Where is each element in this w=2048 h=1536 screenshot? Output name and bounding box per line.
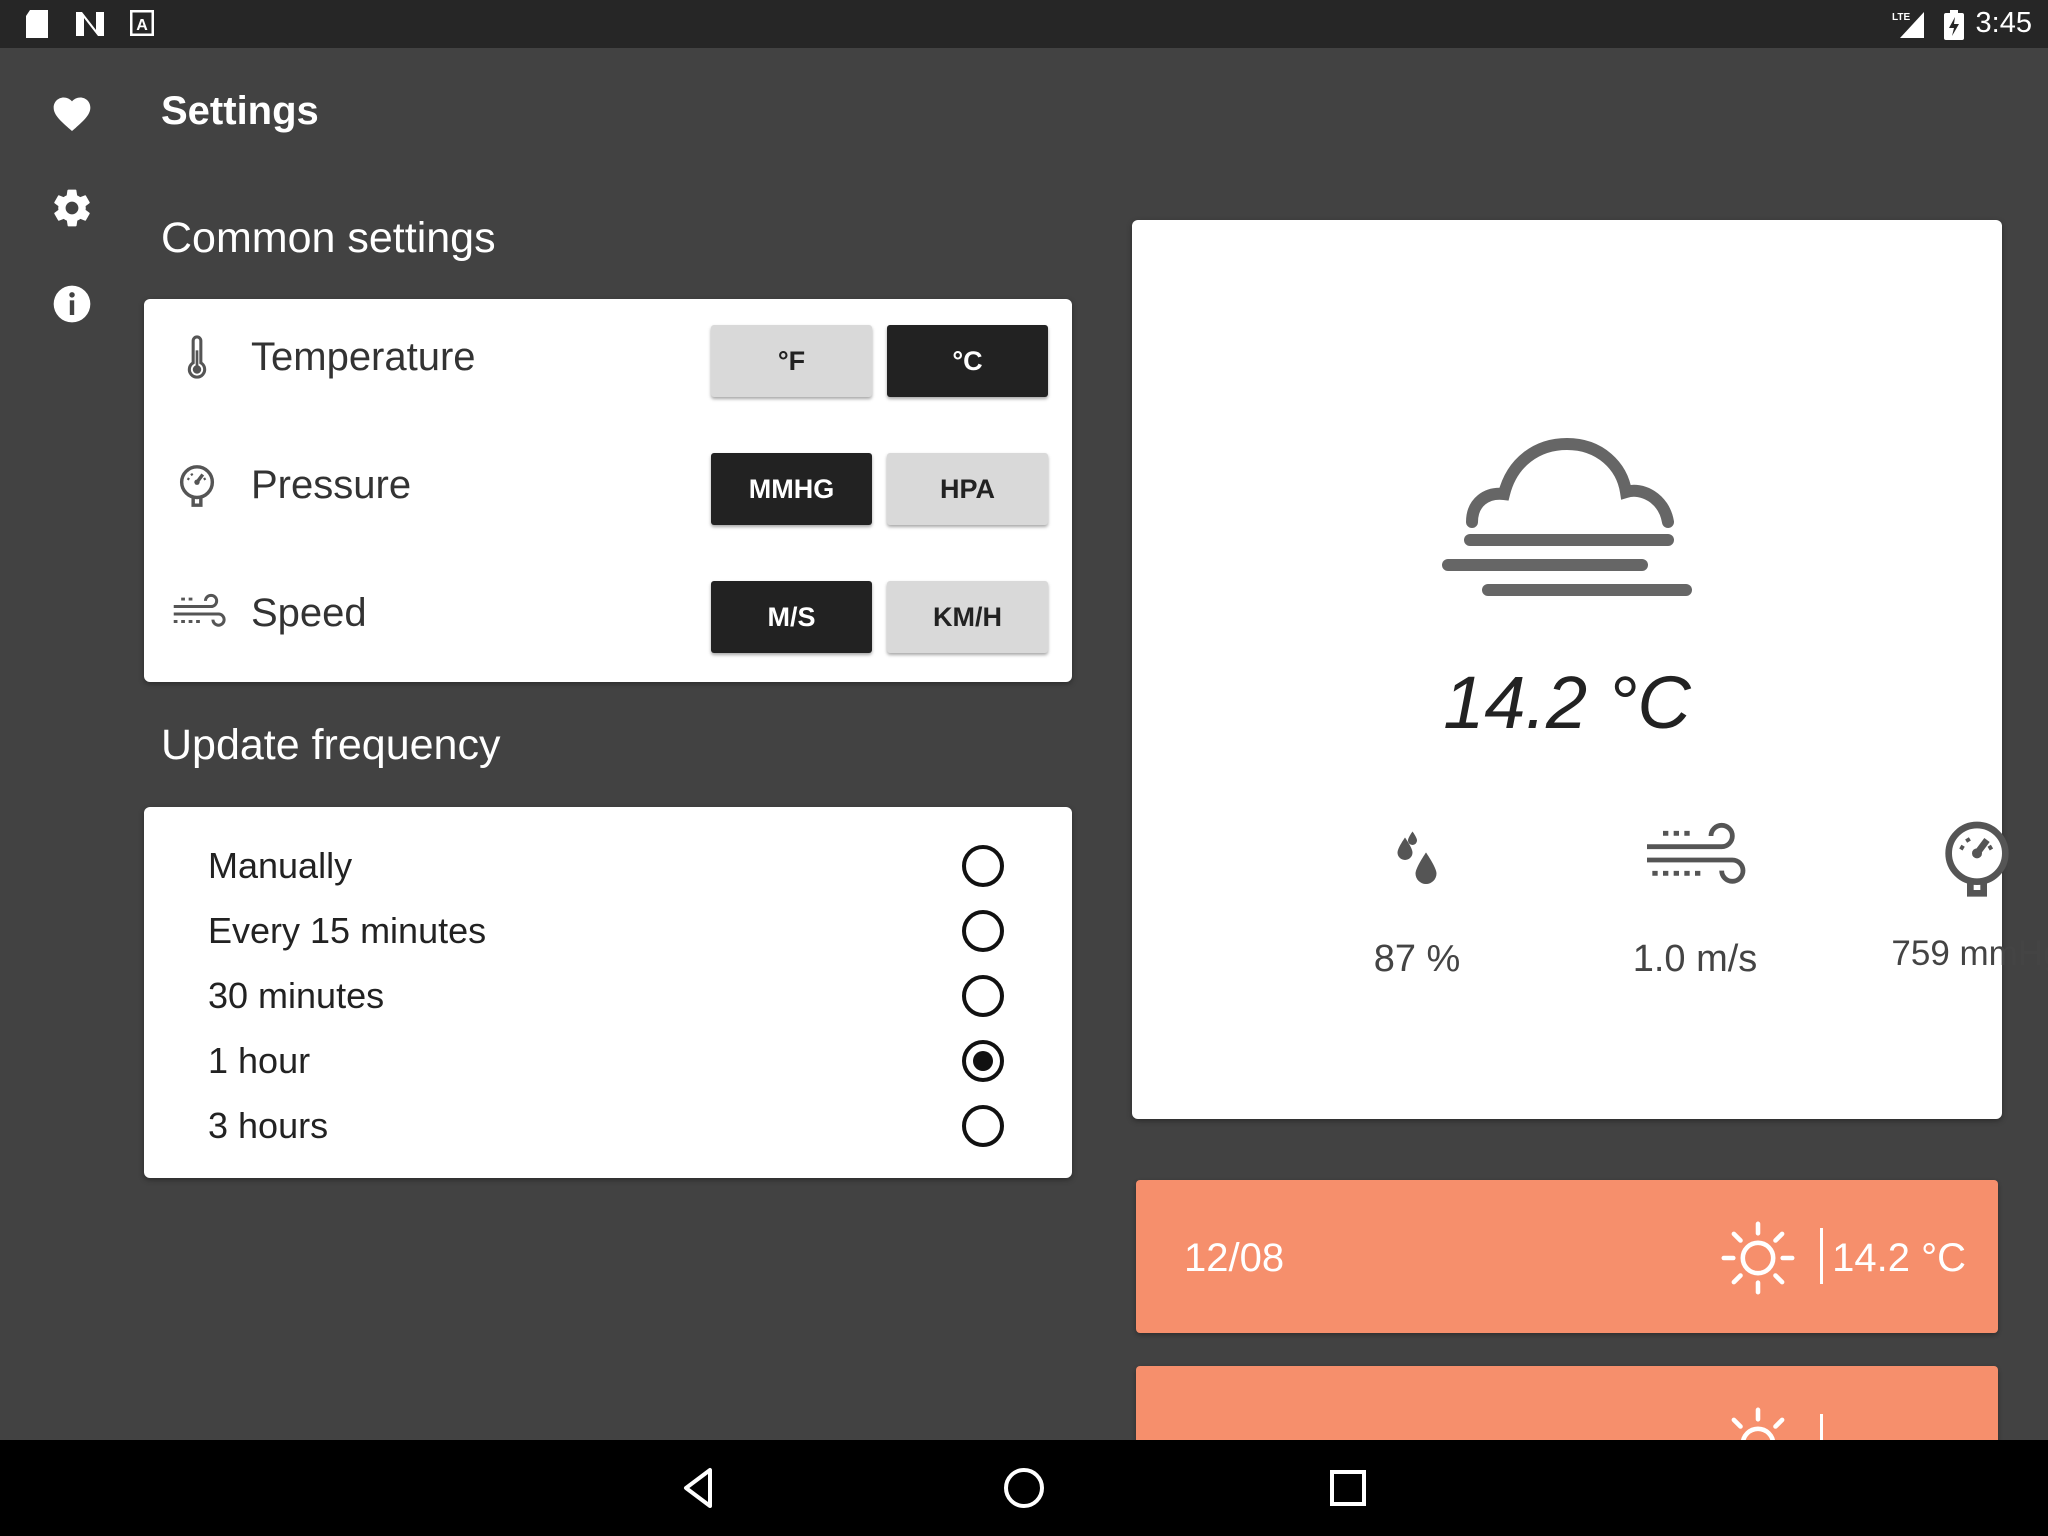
fahrenheit-button[interactable]: °F <box>711 325 872 397</box>
forecast-date: 12/08 <box>1184 1236 1285 1280</box>
hpa-button[interactable]: HPA <box>887 453 1048 525</box>
wind-icon <box>1647 822 1746 884</box>
frequency-option-15-minutes[interactable]: Every 15 minutes <box>144 900 1072 964</box>
frequency-label: Manually <box>208 845 353 886</box>
lte-signal-icon: LTE <box>1892 12 1924 38</box>
ms-button[interactable]: M/S <box>711 581 872 653</box>
status-time: 3:45 <box>1975 7 2032 39</box>
frequency-option-3-hours[interactable]: 3 hours <box>144 1095 1072 1159</box>
back-icon[interactable] <box>676 1464 724 1512</box>
a-box-icon: A <box>130 10 154 36</box>
svg-text:LTE: LTE <box>1892 12 1910 23</box>
radio-button[interactable] <box>962 845 1004 887</box>
thermometer-icon <box>187 335 207 379</box>
wind-stat: 1.0 m/s <box>1550 820 1840 981</box>
humidity-stat: 87 % <box>1272 820 1562 981</box>
status-bar: A LTE 3:45 <box>0 0 2048 48</box>
pressure-row: Pressure MMHG HPA <box>144 441 1072 531</box>
gear-icon[interactable] <box>50 186 94 230</box>
forecast-temperature: 14.2 °C <box>1832 1236 1966 1280</box>
mmhg-button[interactable]: MMHG <box>711 453 872 525</box>
current-temperature: 14.2 °C <box>1443 661 1691 744</box>
frequency-label: Every 15 minutes <box>208 910 487 951</box>
speed-label: Speed <box>251 591 367 635</box>
celsius-button[interactable]: °C <box>887 325 1048 397</box>
heart-icon[interactable] <box>50 92 94 136</box>
sun-icon <box>1721 1221 1795 1295</box>
common-settings-card: Temperature °F °C Pressure MMHG HPA Spee… <box>144 299 1072 682</box>
n-logo-icon <box>76 12 104 36</box>
sd-card-icon <box>26 10 48 38</box>
temperature-row: Temperature °F °C <box>144 313 1072 403</box>
update-frequency-card: Manually Every 15 minutes 30 minutes 1 h… <box>144 807 1072 1178</box>
radio-button[interactable] <box>962 910 1004 952</box>
info-icon[interactable] <box>50 282 94 326</box>
current-weather-card: 14.2 °C 87 % 1.0 m/s 759 mmHg <box>1132 220 2048 1119</box>
temperature-label: Temperature <box>251 335 476 379</box>
radio-button[interactable] <box>962 1105 1004 1147</box>
frequency-option-1-hour[interactable]: 1 hour <box>144 1030 1072 1094</box>
wind-value: 1.0 m/s <box>1632 938 1758 980</box>
navigation-bar <box>0 1440 2048 1536</box>
pressure-stat: 759 mmHg <box>1832 820 2048 974</box>
humidity-drops-icon <box>1397 831 1437 884</box>
recents-icon[interactable] <box>1324 1464 1372 1512</box>
pressure-value: 759 mmHg <box>1891 934 2048 973</box>
battery-charging-icon <box>1944 10 1964 40</box>
radio-button[interactable] <box>962 975 1004 1017</box>
frequency-option-manually[interactable]: Manually <box>144 835 1072 899</box>
gauge-icon <box>1945 821 2009 897</box>
page-title: Settings <box>161 89 319 133</box>
kmh-button[interactable]: KM/H <box>887 581 1048 653</box>
forecast-divider <box>1820 1228 1823 1284</box>
common-settings-title: Common settings <box>161 214 496 262</box>
home-icon[interactable] <box>1000 1464 1048 1512</box>
fog-cloud-icon <box>1442 437 1692 596</box>
update-frequency-title: Update frequency <box>161 721 501 769</box>
radio-dot <box>973 1051 993 1071</box>
frequency-label: 1 hour <box>208 1040 311 1081</box>
speed-row: Speed M/S KM/H <box>144 569 1072 659</box>
humidity-value: 87 % <box>1373 938 1461 980</box>
wind-icon <box>173 593 226 627</box>
frequency-option-30-minutes[interactable]: 30 minutes <box>144 965 1072 1029</box>
frequency-label: 3 hours <box>208 1105 329 1146</box>
svg-text:A: A <box>136 17 148 34</box>
forecast-item[interactable]: 12/08 14.2 °C <box>1136 1180 1998 1333</box>
frequency-label: 30 minutes <box>208 975 385 1016</box>
pressure-label: Pressure <box>251 463 412 507</box>
gauge-icon <box>179 465 215 507</box>
radio-button[interactable] <box>962 1040 1004 1082</box>
